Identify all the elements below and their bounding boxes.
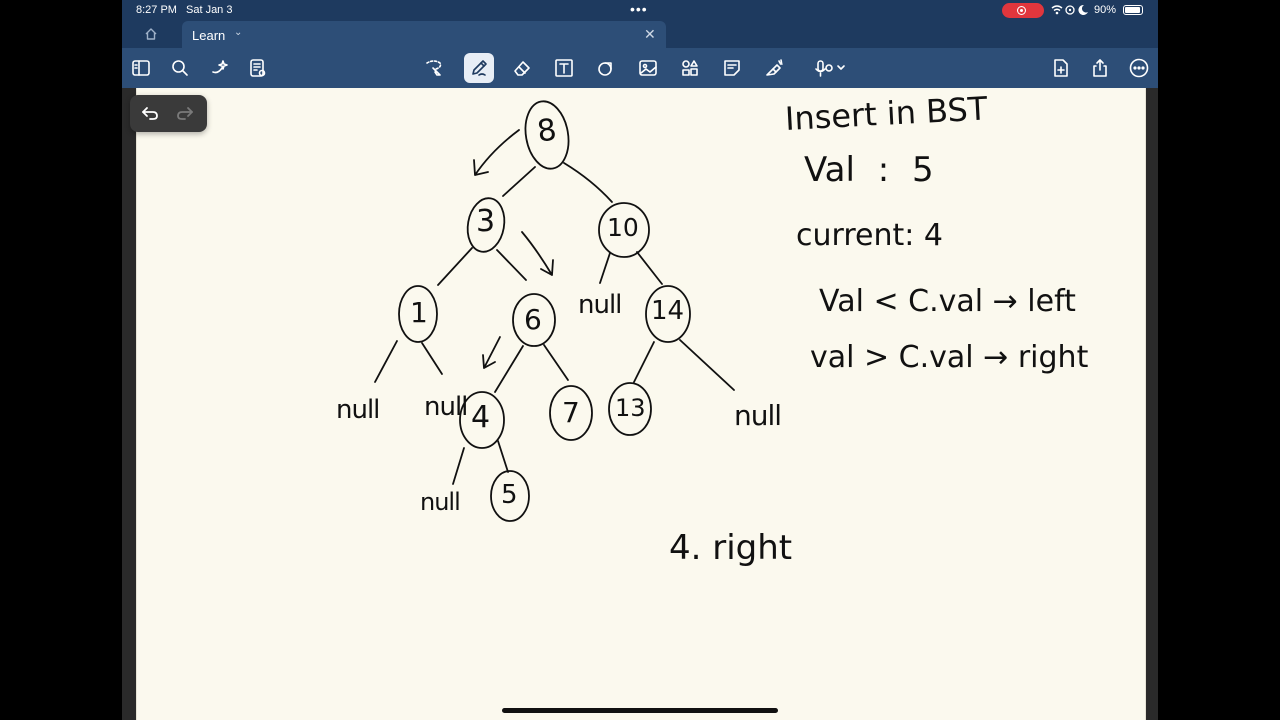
undo-redo-palette: [130, 95, 207, 132]
tab-learn[interactable]: Learn ⌄ ✕: [182, 21, 666, 48]
chevron-down-icon[interactable]: ⌄: [234, 27, 242, 38]
wifi-icon: [1050, 3, 1090, 19]
more-icon[interactable]: [1128, 57, 1150, 79]
highlighter-icon[interactable]: [763, 57, 785, 79]
elements-icon[interactable]: [679, 57, 701, 79]
battery-icon: [1123, 5, 1143, 15]
text-box-icon[interactable]: [553, 57, 575, 79]
note-val: Val : 5: [804, 150, 934, 190]
null-label: null: [578, 290, 622, 320]
ai-sparkle-icon[interactable]: [209, 57, 231, 79]
node-14: 14: [651, 296, 685, 326]
multitasking-dots-icon[interactable]: •••: [630, 1, 648, 17]
node-10: 10: [607, 213, 639, 242]
document-icon[interactable]: [247, 57, 269, 79]
page-gutter-right: [1144, 88, 1158, 720]
note-step: 4. right: [669, 528, 793, 568]
status-date: Sat Jan 3: [186, 4, 233, 16]
sidebar-icon[interactable]: [130, 57, 152, 79]
lasso-icon[interactable]: [423, 57, 445, 79]
sticky-note-icon[interactable]: [721, 57, 743, 79]
redo-icon[interactable]: [175, 103, 197, 125]
node-7: 7: [562, 396, 580, 429]
node-3: 3: [476, 204, 496, 239]
node-4: 4: [471, 400, 491, 435]
share-icon[interactable]: [1089, 57, 1111, 79]
note-current: current: 4: [796, 218, 943, 253]
microphone-icon[interactable]: [814, 57, 848, 79]
add-page-icon[interactable]: [1050, 57, 1072, 79]
node-6: 6: [524, 303, 542, 336]
undo-icon[interactable]: [140, 103, 162, 125]
node-1: 1: [410, 296, 428, 329]
home-indicator[interactable]: [502, 708, 778, 713]
image-icon[interactable]: [637, 57, 659, 79]
tab-bar: Learn ⌄ ✕: [122, 21, 1158, 48]
null-label: null: [424, 392, 468, 422]
eraser-icon[interactable]: [511, 57, 533, 79]
page-gutter-left: [122, 88, 136, 720]
close-tab-icon[interactable]: ✕: [644, 26, 656, 43]
note-rule-left: Val < C.val → left: [819, 284, 1076, 319]
toolbar: [122, 48, 1158, 88]
null-label: null: [420, 488, 461, 516]
tab-label: Learn: [192, 28, 226, 43]
node-13: 13: [615, 394, 646, 422]
status-bar: 8:27 PM Sat Jan 3 ••• 90%: [122, 0, 1158, 21]
shapes-icon[interactable]: [595, 57, 617, 79]
home-icon[interactable]: [144, 27, 158, 44]
search-icon[interactable]: [169, 57, 191, 79]
note-rule-right: val > C.val → right: [810, 340, 1089, 375]
ipad-screen: 8:27 PM Sat Jan 3 ••• 90% Learn ⌄ ✕ 8 3 …: [122, 0, 1158, 720]
status-time: 8:27 PM: [136, 4, 177, 16]
null-label: null: [734, 399, 782, 432]
battery-percent: 90%: [1094, 4, 1117, 16]
screen-recording-icon[interactable]: [1002, 3, 1044, 18]
null-label: null: [336, 395, 380, 425]
node-5: 5: [501, 480, 518, 510]
pen-icon[interactable]: [464, 53, 494, 83]
